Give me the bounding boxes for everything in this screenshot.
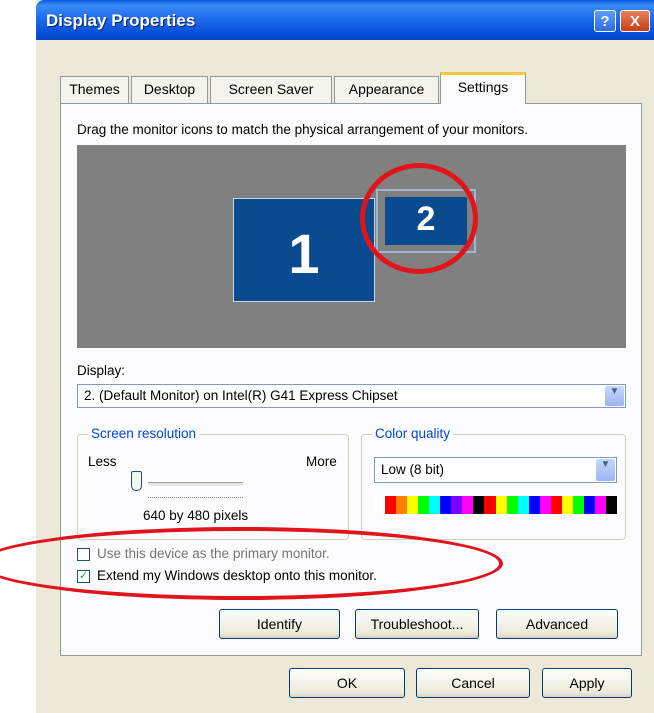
monitor-arrangement-area[interactable]: 1 2 xyxy=(77,145,626,348)
cancel-button[interactable]: Cancel xyxy=(416,668,530,698)
identify-button[interactable]: Identify xyxy=(219,609,340,639)
resolution-value: 640 by 480 pixels xyxy=(143,508,249,523)
tab-settings[interactable]: Settings xyxy=(440,72,526,104)
color-quality-value: Low (8 bit) xyxy=(381,462,445,477)
color-swatch xyxy=(517,496,529,514)
display-properties-window: Display Properties ? X Themes Desktop Sc… xyxy=(36,0,654,713)
troubleshoot-button[interactable]: Troubleshoot... xyxy=(355,609,479,639)
resolution-slider-track[interactable] xyxy=(148,482,243,487)
resolution-slider-thumb[interactable] xyxy=(131,471,142,491)
color-swatch xyxy=(484,496,496,514)
less-label: Less xyxy=(88,454,117,469)
color-swatch xyxy=(418,496,430,514)
color-swatch xyxy=(539,496,551,514)
color-swatch xyxy=(429,496,441,514)
tab-appearance[interactable]: Appearance xyxy=(334,76,439,103)
instruction-text: Drag the monitor icons to match the phys… xyxy=(77,122,528,137)
color-swatch xyxy=(451,496,463,514)
monitor-1-icon[interactable]: 1 xyxy=(233,198,375,302)
color-swatch xyxy=(440,496,452,514)
color-swatch xyxy=(572,496,584,514)
color-swatch xyxy=(528,496,540,514)
color-quality-select[interactable]: Low (8 bit) ▼ xyxy=(374,457,617,483)
ok-button[interactable]: OK xyxy=(289,668,405,698)
tab-screen-saver[interactable]: Screen Saver xyxy=(210,76,332,103)
annotation-circle-monitor-2 xyxy=(360,163,478,274)
display-select-value: 2. (Default Monitor) on Intel(R) G41 Exp… xyxy=(84,388,398,403)
screen-resolution-legend: Screen resolution xyxy=(88,426,200,441)
resolution-slider-ticks xyxy=(148,497,243,501)
color-swatch xyxy=(550,496,562,514)
color-swatch xyxy=(462,496,474,514)
annotation-circle-extend-option xyxy=(0,527,503,600)
color-swatch xyxy=(396,496,408,514)
help-icon[interactable]: ? xyxy=(594,10,616,32)
chevron-down-icon[interactable]: ▼ xyxy=(596,459,615,481)
color-swatch xyxy=(407,496,419,514)
color-quality-preview xyxy=(374,496,618,514)
color-swatch xyxy=(583,496,595,514)
color-swatch xyxy=(495,496,507,514)
screen-resolution-group: Screen resolution Less More 640 by 480 p… xyxy=(77,426,349,540)
color-swatch xyxy=(605,496,618,514)
color-swatch xyxy=(561,496,573,514)
chevron-down-icon[interactable]: ▼ xyxy=(605,386,624,406)
title-bar[interactable]: Display Properties ? X xyxy=(36,0,654,40)
color-swatch xyxy=(473,496,485,514)
color-swatch xyxy=(506,496,518,514)
advanced-button[interactable]: Advanced xyxy=(496,609,618,639)
color-swatch xyxy=(374,496,386,514)
window-title: Display Properties xyxy=(46,11,196,30)
color-quality-group: Color quality Low (8 bit) ▼ xyxy=(361,426,626,540)
color-quality-legend: Color quality xyxy=(372,426,454,441)
more-label: More xyxy=(306,454,337,469)
display-label: Display: xyxy=(77,363,126,378)
monitor-1-label: 1 xyxy=(288,222,320,285)
apply-button[interactable]: Apply xyxy=(542,668,632,698)
color-swatch xyxy=(385,496,397,514)
color-swatch xyxy=(594,496,606,514)
tab-themes[interactable]: Themes xyxy=(60,76,129,103)
close-icon[interactable]: X xyxy=(620,10,650,32)
display-select[interactable]: 2. (Default Monitor) on Intel(R) G41 Exp… xyxy=(77,384,626,408)
tab-desktop[interactable]: Desktop xyxy=(131,76,208,103)
